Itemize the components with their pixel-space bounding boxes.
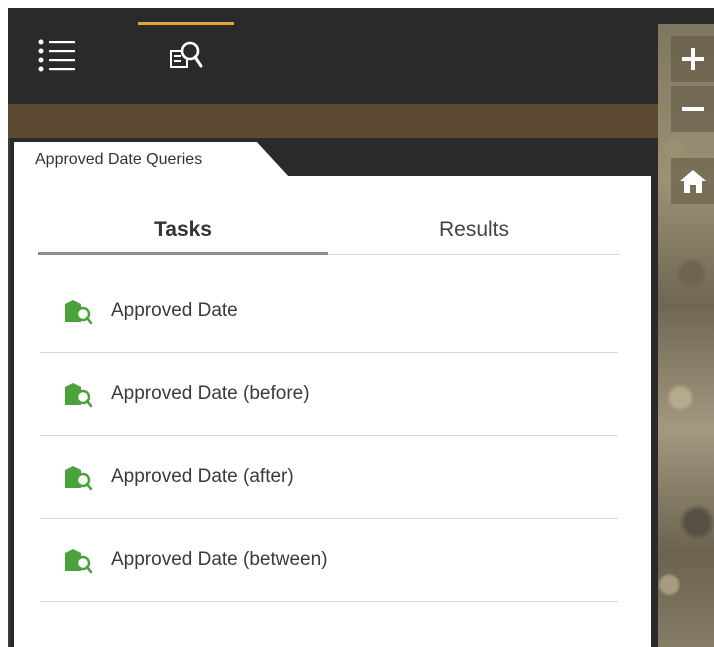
task-item[interactable]: Approved Date (before)	[40, 353, 618, 436]
panel-title-tab: Approved Date Queries	[14, 142, 290, 178]
toolbar-header	[8, 8, 658, 104]
map-top-strip	[658, 8, 714, 24]
task-label: Approved Date (after)	[111, 466, 294, 487]
top-strip	[0, 0, 714, 8]
panel-tabs: Tasks Results	[38, 206, 620, 255]
task-item[interactable]: Approved Date	[40, 270, 618, 353]
list-icon	[38, 39, 75, 72]
query-search-icon	[170, 41, 203, 68]
layers-list-button[interactable]	[26, 8, 86, 104]
tab-active-indicator	[38, 252, 328, 255]
task-item[interactable]: Approved Date (after)	[40, 436, 618, 519]
tab-results-label: Results	[438, 218, 510, 241]
home-button[interactable]	[671, 158, 714, 204]
query-layer-icon	[65, 466, 92, 491]
panel-border	[8, 138, 10, 647]
minus-icon	[681, 107, 704, 111]
home-icon	[679, 170, 706, 193]
query-layer-icon	[65, 300, 92, 325]
task-label: Approved Date (before)	[111, 383, 310, 404]
tab-results[interactable]: Results	[328, 206, 620, 254]
zoom-out-button[interactable]	[671, 86, 714, 132]
plus-icon	[681, 48, 704, 70]
query-button[interactable]	[138, 8, 234, 104]
task-label: Approved Date (between)	[111, 549, 328, 570]
query-layer-icon	[65, 549, 92, 574]
panel-title: Approved Date Queries	[35, 151, 203, 168]
header-band	[8, 104, 658, 138]
zoom-in-button[interactable]	[671, 36, 714, 82]
tab-tasks-label: Tasks	[154, 218, 212, 241]
task-list: Approved Date Approved Date (before) App…	[40, 270, 618, 602]
tab-tasks[interactable]: Tasks	[38, 206, 328, 254]
task-label: Approved Date	[111, 300, 238, 321]
query-layer-icon	[65, 383, 92, 408]
task-item[interactable]: Approved Date (between)	[40, 519, 618, 602]
